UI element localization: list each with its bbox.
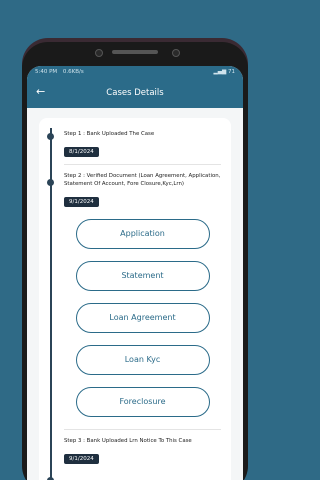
document-button-statement[interactable]: Statement [75,261,210,291]
document-button-loan-agreement[interactable]: Loan Agreement [75,303,210,333]
sensor-icon [95,49,103,57]
speaker-grille [112,50,158,54]
status-bar: 5:40 PM 0.6KB/s ▂▄▆ 71 [27,66,243,78]
step-1-date: 8/1/2024 [64,147,99,157]
phone-sensors [0,46,270,60]
back-arrow-icon[interactable]: ← [36,85,45,98]
network-speed: 0.6KB/s [62,69,84,75]
camera-icon [172,49,180,57]
case-timeline-container: Step 1 : Bank Uploaded The Case 8/1/2024… [27,108,243,480]
step-3-date: 9/1/2024 [64,454,99,464]
timeline-step-3: Step 3 : Bank Uploaded Lrn Notice To Thi… [64,437,221,464]
page-title: Cases Details [106,88,164,98]
status-time: 5:40 PM [35,69,58,75]
document-button-foreclosure[interactable]: Foreclosure [75,387,210,417]
divider [64,429,221,430]
step-2-date: 9/1/2024 [64,197,99,207]
battery-level: 71 [228,69,235,75]
timeline-dot [47,133,54,140]
app-screen: 5:40 PM 0.6KB/s ▂▄▆ 71 ← Cases Details S… [27,66,243,480]
signal-icon: ▂▄▆ [213,69,227,75]
timeline-dot [47,179,54,186]
step-2-title: Step 2 : Verified Document (Loan Agreeme… [64,173,221,187]
document-button-loan-kyc[interactable]: Loan Kyc [75,345,210,375]
timeline-card: Step 1 : Bank Uploaded The Case 8/1/2024… [39,118,231,480]
timeline-step-1: Step 1 : Bank Uploaded The Case 8/1/2024 [64,124,221,165]
step-3-title: Step 3 : Bank Uploaded Lrn Notice To Thi… [64,438,192,444]
divider [64,164,221,165]
app-bar: ← Cases Details [27,78,243,108]
timeline-step-2: Step 2 : Verified Document (Loan Agreeme… [64,172,221,430]
document-button-application[interactable]: Application [75,219,210,249]
step-1-title: Step 1 : Bank Uploaded The Case [64,131,155,137]
